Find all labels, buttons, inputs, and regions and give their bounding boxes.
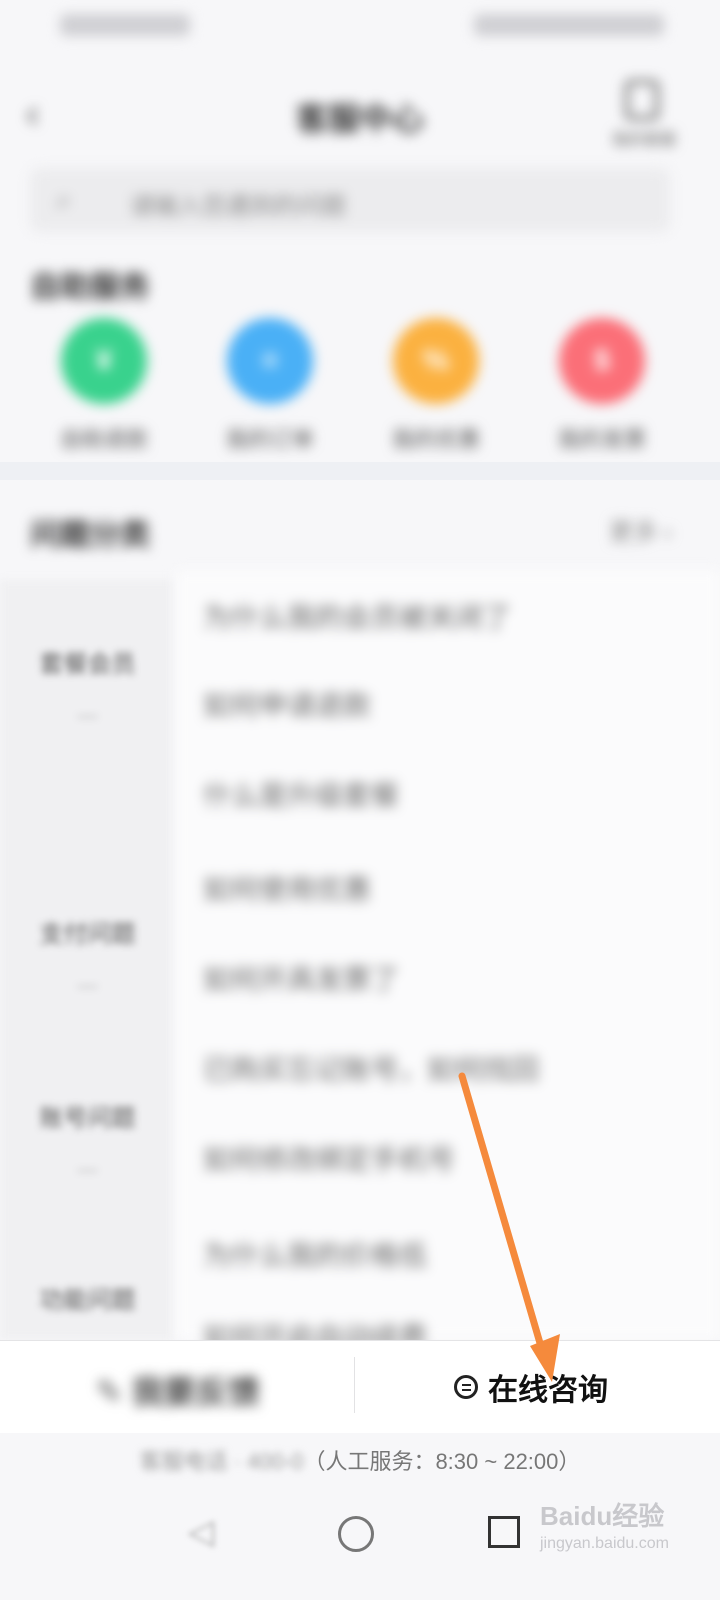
question-item[interactable]: 如何修改绑定手机号 xyxy=(203,1138,455,1178)
feedback-button[interactable]: ✎ 我要反馈 xyxy=(96,1367,260,1413)
app-header: ‹ 客服中心 我的客服 xyxy=(0,70,720,160)
question-item[interactable]: 为什么我的价格低 xyxy=(203,1234,427,1274)
refund-icon: ¥ xyxy=(61,318,147,404)
signal-indicators xyxy=(60,14,190,36)
chat-bubble-icon xyxy=(454,1375,478,1399)
self-service-item-coupons[interactable]: % 我的优惠 xyxy=(356,318,516,454)
online-consult-button[interactable]: 在线咨询 xyxy=(454,1365,608,1409)
status-bar xyxy=(0,0,720,52)
category-item[interactable]: 支付问题 — xyxy=(0,914,175,998)
watermark-url: jingyan.baidu.com xyxy=(540,1535,669,1552)
more-link[interactable]: 更多 › xyxy=(609,512,672,547)
my-service-label: 我的客服 xyxy=(612,132,677,149)
coupon-icon: % xyxy=(393,318,479,404)
battery-time-indicators xyxy=(474,14,664,36)
category-item[interactable]: 功能问题 xyxy=(0,1280,175,1315)
self-service-item-orders[interactable]: ≡ 我的订单 xyxy=(190,318,350,454)
refund-label: 自助退款 xyxy=(59,427,148,452)
search-icon: ⌕ xyxy=(56,184,72,215)
service-hours-text: （人工服务：8:30 ~ 22:00） xyxy=(303,1449,581,1474)
question-item[interactable]: 什么是升级套餐 xyxy=(203,774,399,814)
category-sidebar: 套餐会员 — 支付问题 — 账号问题 — 功能问题 xyxy=(0,580,175,1340)
orders-label: 我的订单 xyxy=(225,427,314,452)
invoice-label: 我的发票 xyxy=(557,427,646,452)
self-service-item-invoice[interactable]: $ 我的发票 xyxy=(522,318,682,454)
search-bar[interactable]: ⌕ 请输入您遇到的问题 xyxy=(30,168,670,232)
self-service-title: 自助服务 xyxy=(30,271,150,304)
online-consult-label: 在线咨询 xyxy=(488,1374,608,1407)
clipboard-icon xyxy=(625,80,659,120)
problems-title: 问题分类 xyxy=(30,519,150,552)
service-phone: 客服电话 · 400-0 xyxy=(139,1449,304,1474)
self-service-item-refund[interactable]: ¥ 自助退款 xyxy=(24,318,184,454)
category-item[interactable]: 套餐会员 — xyxy=(0,644,175,728)
service-hours: 客服电话 · 400-0（人工服务：8:30 ~ 22:00） xyxy=(0,1444,720,1476)
orders-icon: ≡ xyxy=(227,318,313,404)
nav-home-icon[interactable] xyxy=(338,1516,374,1552)
bottom-action-bar: ✎ 我要反馈 在线咨询 xyxy=(0,1340,720,1433)
baidu-watermark: Baidu经验 jingyan.baidu.com xyxy=(540,1496,669,1553)
question-list: 为什么我的会员被关闭了 如何申请退款 什么是升级套餐 如何使用优惠 如何开具发票… xyxy=(175,570,720,1353)
invoice-icon: $ xyxy=(559,318,645,404)
action-separator xyxy=(354,1357,355,1413)
nav-back-icon[interactable]: ◁ xyxy=(188,1512,214,1552)
watermark-brand: Baidu经验 xyxy=(540,1501,665,1531)
category-item[interactable]: 账号问题 — xyxy=(0,1098,175,1182)
section-divider xyxy=(0,462,720,480)
my-service-button[interactable]: 我的客服 xyxy=(612,80,677,150)
question-item[interactable]: 如何使用优惠 xyxy=(203,868,371,908)
search-placeholder: 请输入您遇到的问题 xyxy=(130,193,346,220)
nav-recents-icon[interactable] xyxy=(488,1516,520,1548)
question-item[interactable]: 为什么我的会员被关闭了 xyxy=(203,596,511,636)
coupons-label: 我的优惠 xyxy=(391,427,480,452)
question-item[interactable]: 如何申请退款 xyxy=(203,684,371,724)
question-item[interactable]: 已购买忘记账号，如何找回 xyxy=(203,1048,539,1088)
question-item[interactable]: 如何开具发票了 xyxy=(203,958,399,998)
